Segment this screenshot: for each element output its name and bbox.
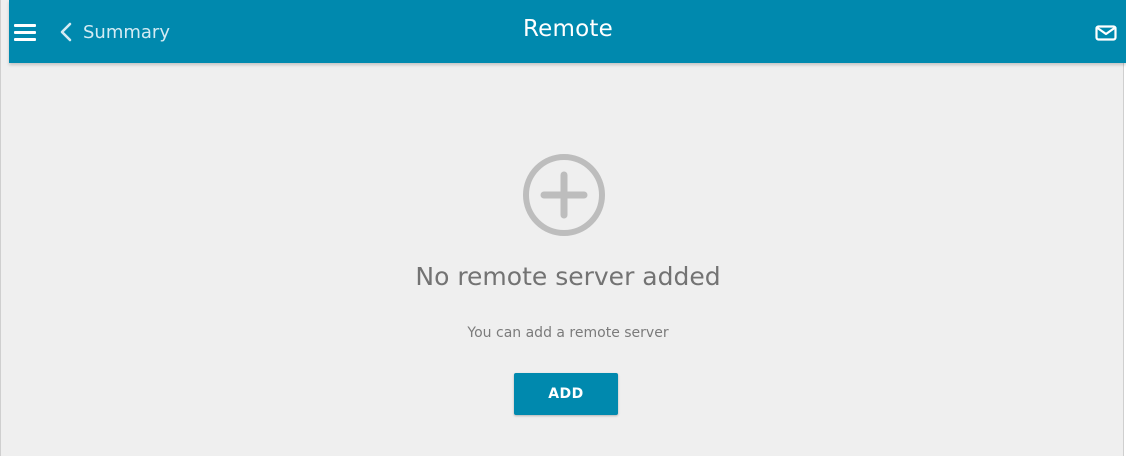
- empty-state-title: No remote server added: [415, 262, 721, 291]
- add-button[interactable]: ADD: [514, 373, 618, 415]
- page-title: Remote: [523, 16, 613, 42]
- top-bar: Summary Remote: [9, 0, 1126, 63]
- main-content: No remote server added You can add a rem…: [9, 63, 1126, 456]
- empty-state-subtitle: You can add a remote server: [467, 325, 669, 341]
- add-circle-icon: [523, 154, 605, 236]
- mail-icon[interactable]: [1095, 25, 1117, 41]
- app-frame: Summary Remote No remote server added Yo…: [0, 0, 1126, 456]
